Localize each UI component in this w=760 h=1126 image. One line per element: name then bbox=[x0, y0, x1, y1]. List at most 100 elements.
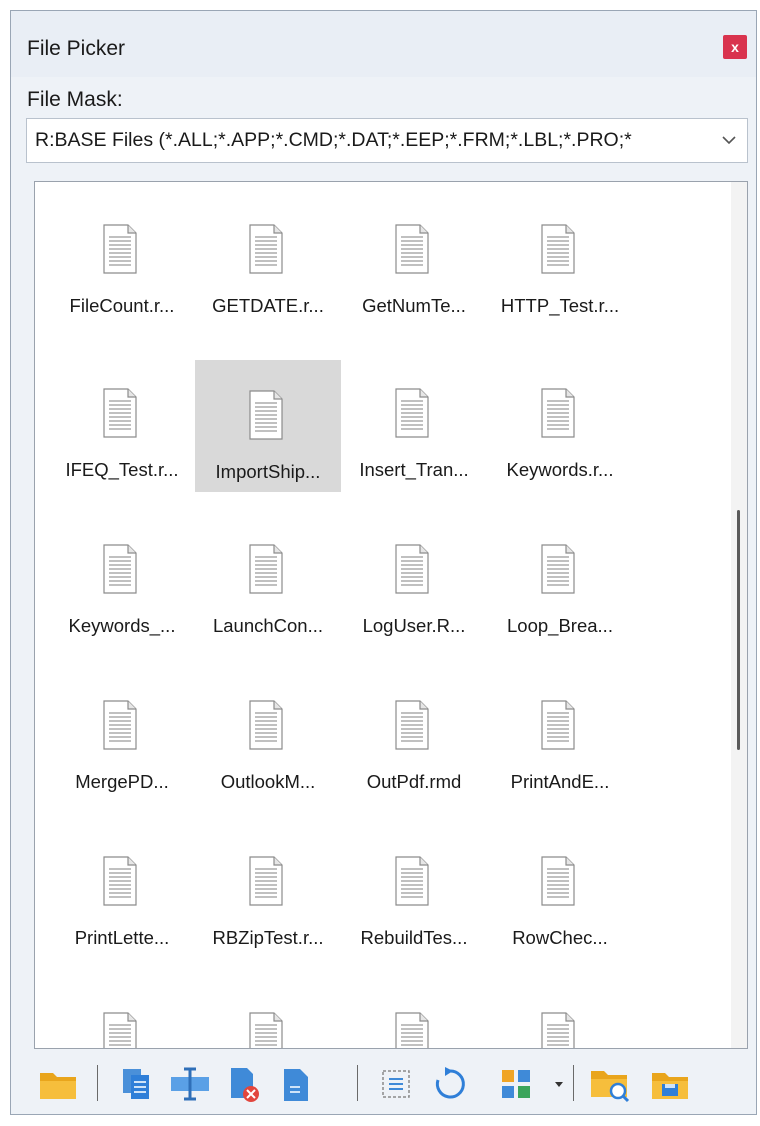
file-item[interactable]: LogUser.R... bbox=[341, 514, 487, 650]
file-item[interactable]: IFEQ_Test.r... bbox=[49, 358, 195, 494]
file-name: RowChec... bbox=[512, 927, 608, 948]
file-name: FileCount.r... bbox=[69, 295, 175, 316]
title-bar: File Picker x bbox=[11, 11, 756, 77]
file-item[interactable]: Loop_Brea... bbox=[487, 514, 633, 650]
file-name: Loop_Brea... bbox=[507, 615, 613, 636]
rename-icon bbox=[171, 1067, 209, 1101]
file-mask-dropdown[interactable]: R:BASE Files (*.ALL;*.APP;*.CMD;*.DAT;*.… bbox=[26, 118, 748, 163]
open-folder-button[interactable] bbox=[37, 1063, 79, 1105]
file-item[interactable]: GetNumTe... bbox=[341, 194, 487, 330]
document-icon bbox=[103, 700, 137, 750]
file-name: LogUser.R... bbox=[362, 615, 466, 636]
file-item[interactable]: Insert_Tran... bbox=[341, 358, 487, 494]
document-icon bbox=[249, 700, 283, 750]
document-icon bbox=[103, 224, 137, 274]
copy-file-button[interactable] bbox=[115, 1063, 157, 1105]
toolbar-separator bbox=[573, 1065, 574, 1101]
file-item[interactable] bbox=[487, 982, 633, 1048]
file-name: OutPdf.rmd bbox=[366, 771, 462, 792]
file-mask-value: R:BASE Files (*.ALL;*.APP;*.CMD;*.DAT;*.… bbox=[35, 129, 632, 151]
document-icon bbox=[395, 700, 429, 750]
file-name: MergePD... bbox=[75, 771, 169, 792]
file-item[interactable]: HTTP_Test.r... bbox=[487, 194, 633, 330]
chevron-down-icon[interactable] bbox=[717, 128, 741, 152]
file-item[interactable]: RBZipTest.r... bbox=[195, 826, 341, 962]
document-icon bbox=[249, 544, 283, 594]
browse-folder-button[interactable] bbox=[589, 1063, 631, 1105]
file-item[interactable]: FileCount.r... bbox=[49, 194, 195, 330]
file-name: RBZipTest.r... bbox=[212, 927, 324, 948]
document-icon bbox=[103, 544, 137, 594]
delete-file-icon bbox=[231, 1068, 259, 1102]
close-button[interactable]: x bbox=[723, 35, 747, 59]
file-name: ImportShip... bbox=[215, 461, 321, 482]
file-item[interactable]: Keywords.r... bbox=[487, 358, 633, 494]
document-icon bbox=[395, 388, 429, 438]
file-item[interactable]: PrintLette... bbox=[49, 826, 195, 962]
file-item[interactable] bbox=[49, 982, 195, 1048]
vertical-scrollbar[interactable] bbox=[731, 182, 747, 1048]
document-icon bbox=[103, 856, 137, 906]
scrollbar-thumb[interactable] bbox=[737, 510, 740, 750]
file-item[interactable]: OutlookM... bbox=[195, 670, 341, 806]
open-folder-icon bbox=[40, 1073, 76, 1099]
file-item[interactable]: Keywords_... bbox=[49, 514, 195, 650]
file-name: RebuildTes... bbox=[360, 927, 468, 948]
view-mode-icon bbox=[502, 1070, 530, 1098]
save-location-button[interactable] bbox=[649, 1063, 691, 1105]
delete-file-button[interactable] bbox=[223, 1063, 265, 1105]
file-item[interactable]: OutPdf.rmd bbox=[341, 670, 487, 806]
file-name: GetNumTe... bbox=[362, 295, 466, 316]
refresh-icon bbox=[435, 1067, 465, 1099]
toolbar bbox=[11, 1051, 756, 1113]
file-name: GETDATE.r... bbox=[212, 295, 324, 316]
refresh-button[interactable] bbox=[429, 1063, 471, 1105]
file-item[interactable] bbox=[341, 982, 487, 1048]
file-item[interactable]: LaunchCon... bbox=[195, 514, 341, 650]
copy-file-icon bbox=[123, 1069, 149, 1099]
file-mask-label: File Mask: bbox=[27, 88, 123, 111]
file-name: Keywords_... bbox=[68, 615, 176, 636]
document-icon bbox=[541, 544, 575, 594]
file-item[interactable]: RowChec... bbox=[487, 826, 633, 962]
select-all-button[interactable] bbox=[375, 1063, 417, 1105]
browse-folder-icon bbox=[591, 1071, 630, 1103]
rename-button[interactable] bbox=[169, 1063, 211, 1105]
save-location-icon bbox=[652, 1073, 688, 1099]
toolbar-separator bbox=[357, 1065, 358, 1101]
document-icon bbox=[541, 856, 575, 906]
file-name: Keywords.r... bbox=[506, 459, 614, 480]
file-name: LaunchCon... bbox=[212, 615, 324, 636]
file-name: PrintAndE... bbox=[510, 771, 610, 792]
document-icon bbox=[395, 1012, 429, 1048]
file-item[interactable] bbox=[195, 982, 341, 1048]
file-name: HTTP_Test.r... bbox=[500, 295, 620, 316]
document-icon bbox=[395, 224, 429, 274]
file-name: IFEQ_Test.r... bbox=[65, 459, 179, 480]
file-list-pane[interactable]: FileCount.r... GETDATE.r... GetNumTe... … bbox=[34, 181, 748, 1049]
view-mode-button[interactable] bbox=[495, 1063, 537, 1105]
toolbar-separator bbox=[97, 1065, 98, 1101]
file-item[interactable]: GETDATE.r... bbox=[195, 194, 341, 330]
new-file-button[interactable] bbox=[275, 1063, 317, 1105]
file-item[interactable]: PrintAndE... bbox=[487, 670, 633, 806]
document-icon bbox=[249, 856, 283, 906]
file-item[interactable]: RebuildTes... bbox=[341, 826, 487, 962]
document-icon bbox=[103, 1012, 137, 1048]
view-mode-dropdown-icon[interactable] bbox=[553, 1078, 565, 1090]
document-icon bbox=[541, 224, 575, 274]
document-icon bbox=[541, 388, 575, 438]
document-icon bbox=[249, 390, 283, 440]
document-icon bbox=[541, 1012, 575, 1048]
document-icon bbox=[395, 856, 429, 906]
document-icon bbox=[249, 224, 283, 274]
file-name: Insert_Tran... bbox=[359, 459, 469, 480]
document-icon bbox=[249, 1012, 283, 1048]
new-file-icon bbox=[284, 1069, 308, 1101]
document-icon bbox=[541, 700, 575, 750]
document-icon bbox=[395, 544, 429, 594]
file-item[interactable]: MergePD... bbox=[49, 670, 195, 806]
window-title: File Picker bbox=[27, 37, 126, 60]
select-all-icon bbox=[382, 1070, 410, 1098]
file-item[interactable]: ImportShip... bbox=[195, 360, 341, 492]
